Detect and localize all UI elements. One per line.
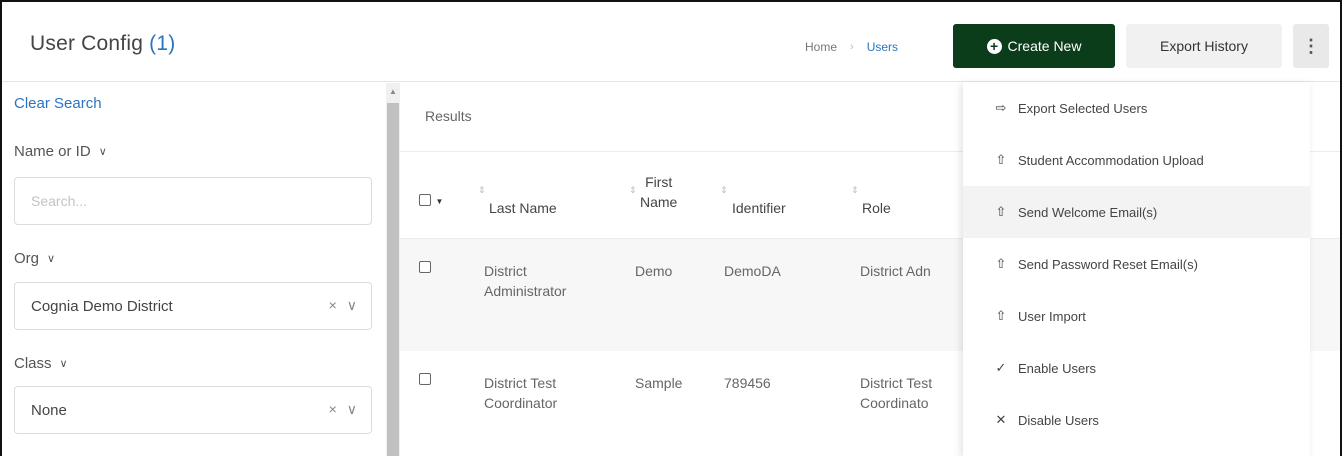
cell-role-line2: Coordinato <box>860 395 929 411</box>
column-first-name-line1: First <box>645 174 673 190</box>
upload-icon: ⇧ <box>995 256 1007 271</box>
user-count: (1) <box>149 32 176 55</box>
kebab-menu-icon: ⋮ <box>1302 35 1320 56</box>
clear-search-link[interactable]: Clear Search <box>14 95 102 112</box>
name-or-id-label: Name or ID <box>14 143 91 160</box>
class-label: Class <box>14 355 52 372</box>
cell-last-name: District Administrator <box>484 261 566 301</box>
cell-role-line1: District Test <box>860 375 933 391</box>
cell-first-name: Sample <box>635 375 683 391</box>
export-history-button[interactable]: Export History <box>1126 24 1282 68</box>
page-title-text: User Config <box>30 32 144 55</box>
cell-last-name-line2: Administrator <box>484 283 567 299</box>
cell-identifier: DemoDA <box>724 263 781 279</box>
select-all-checkbox[interactable]: ▼ <box>419 193 443 211</box>
sort-icon[interactable]: ⇕ <box>629 185 637 196</box>
column-identifier[interactable]: Identifier <box>732 198 786 218</box>
results-label: Results <box>425 108 472 124</box>
column-first-name[interactable]: First Name <box>640 172 677 212</box>
menu-item-label: Disable Users <box>1018 412 1099 428</box>
upload-icon: ⇧ <box>995 308 1007 323</box>
more-options-button[interactable]: ⋮ <box>1293 24 1329 68</box>
row-checkbox[interactable] <box>419 373 431 385</box>
search-sidebar: Clear Search Name or ID ∨ Org ∨ Cognia D… <box>2 83 386 456</box>
plus-circle-icon: + <box>986 38 1002 54</box>
upload-icon: ⇧ <box>995 204 1007 219</box>
breadcrumb-separator: › <box>850 41 854 53</box>
cell-last-name: District Test Coordinator <box>484 373 557 413</box>
menu-item-student-accommodation-upload[interactable]: ⇧ Student Accommodation Upload <box>963 134 1310 186</box>
org-label: Org <box>14 250 40 267</box>
menu-item-label: Send Password Reset Email(s) <box>1018 256 1198 272</box>
sidebar-scrollbar[interactable]: ▲ <box>386 83 400 456</box>
clear-org-icon[interactable]: × <box>329 297 337 314</box>
breadcrumb: Home › Users <box>805 40 898 54</box>
menu-item-send-welcome-emails[interactable]: ⇧ Send Welcome Email(s) <box>963 186 1310 238</box>
cell-role: District Test Coordinato <box>860 373 932 413</box>
scrollbar-thumb[interactable] <box>387 103 399 456</box>
menu-item-disable-users[interactable]: ✕ Disable Users <box>963 394 1310 446</box>
cell-last-name-line1: District <box>484 263 527 279</box>
class-select-value: None <box>31 402 67 419</box>
search-input[interactable] <box>15 178 371 224</box>
actions-dropdown-menu: ⇨ Export Selected Users ⇧ Student Accomm… <box>963 82 1310 456</box>
checkbox-icon <box>419 194 431 206</box>
cell-identifier: 789456 <box>724 375 771 391</box>
menu-item-enable-users[interactable]: ✓ Enable Users <box>963 342 1310 394</box>
breadcrumb-home[interactable]: Home <box>805 40 837 54</box>
caret-down-icon[interactable]: ▼ <box>435 197 443 206</box>
menu-item-label: Send Welcome Email(s) <box>1018 204 1158 220</box>
cell-last-name-line1: District Test <box>484 375 557 391</box>
org-filter-label[interactable]: Org ∨ <box>14 250 55 267</box>
menu-item-label: Student Accommodation Upload <box>1018 152 1204 168</box>
column-role[interactable]: Role <box>862 198 891 218</box>
clear-class-icon[interactable]: × <box>329 401 337 418</box>
page-header: User Config (1) Home › Users + Create Ne… <box>2 2 1340 82</box>
chevron-down-icon: ∨ <box>47 253 56 265</box>
cell-role: District Adn <box>860 263 931 279</box>
check-icon: ✓ <box>995 360 1007 375</box>
row-checkbox[interactable] <box>419 261 431 273</box>
cell-last-name-line2: Coordinator <box>484 395 558 411</box>
close-icon: ✕ <box>995 412 1007 427</box>
class-select[interactable]: None × ∨ <box>14 386 372 434</box>
sort-icon[interactable]: ⇕ <box>851 185 859 196</box>
chevron-down-icon[interactable]: ∨ <box>347 297 357 314</box>
class-filter-label[interactable]: Class ∨ <box>14 355 68 372</box>
export-icon: ⇨ <box>995 100 1007 115</box>
menu-item-label: Export Selected Users <box>1018 100 1148 116</box>
create-new-label: Create New <box>1007 38 1082 54</box>
org-select-value: Cognia Demo District <box>31 298 173 315</box>
create-new-button[interactable]: + Create New <box>953 24 1115 68</box>
menu-item-label: Enable Users <box>1018 360 1097 376</box>
chevron-down-icon: ∨ <box>98 146 107 158</box>
sort-icon[interactable]: ⇕ <box>478 185 486 196</box>
chevron-down-icon[interactable]: ∨ <box>347 401 357 418</box>
menu-item-label: User Import <box>1018 308 1086 324</box>
cell-first-name: Demo <box>635 263 673 279</box>
breadcrumb-users[interactable]: Users <box>867 40 898 54</box>
column-first-name-line2: Name <box>640 194 678 210</box>
org-select[interactable]: Cognia Demo District × ∨ <box>14 282 372 330</box>
search-field <box>14 177 372 225</box>
name-or-id-filter-label[interactable]: Name or ID ∨ <box>14 143 107 160</box>
menu-item-export-selected-users[interactable]: ⇨ Export Selected Users <box>963 82 1310 134</box>
chevron-down-icon: ∨ <box>59 358 68 370</box>
page-title: User Config (1) <box>30 32 175 56</box>
menu-item-user-import[interactable]: ⇧ User Import <box>963 290 1310 342</box>
menu-item-send-password-reset-emails[interactable]: ⇧ Send Password Reset Email(s) <box>963 238 1310 290</box>
upload-icon: ⇧ <box>995 152 1007 167</box>
column-last-name[interactable]: Last Name <box>489 198 557 218</box>
scroll-up-arrow-icon[interactable]: ▲ <box>389 87 397 96</box>
sort-icon[interactable]: ⇕ <box>720 185 728 196</box>
